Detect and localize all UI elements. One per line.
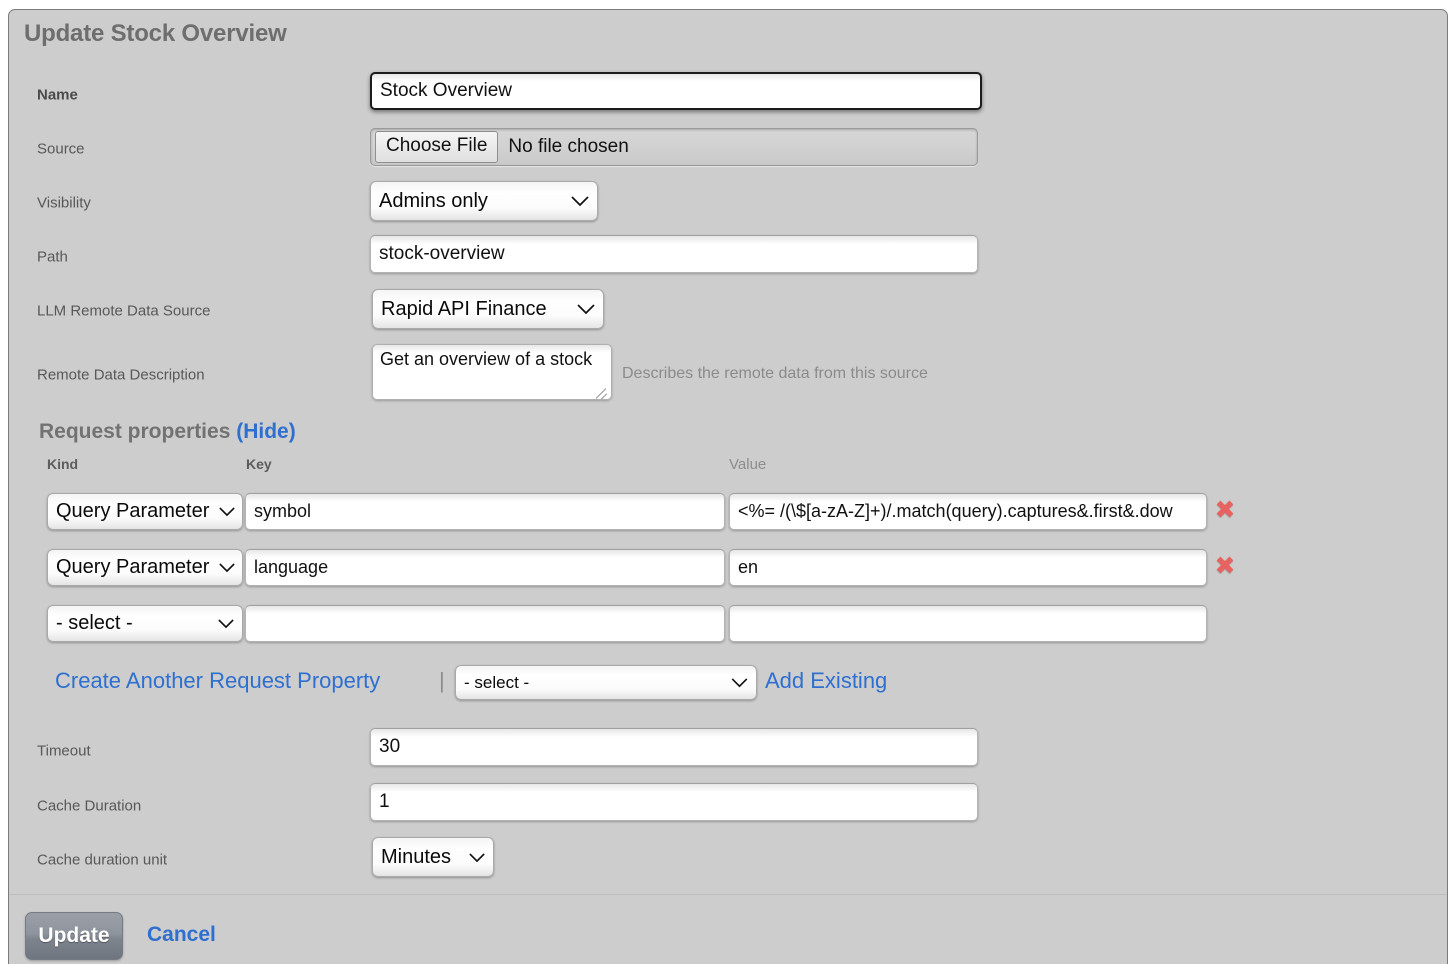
request-property-value-input-0[interactable]: <%= /(\$[a-zA-Z]+)/.match(query).capture… [729, 493, 1207, 530]
remote-data-description-value: Get an overview of a stock [380, 349, 592, 369]
form-row-cache-duration-unit: Cache duration unit Minutes [9, 833, 1447, 887]
page-root: Update Stock Overview Name Stock Overvie… [0, 0, 1456, 964]
request-properties-heading-text: Request properties [39, 420, 230, 443]
chevron-down-icon [209, 559, 235, 576]
request-property-kind-select-0[interactable]: Query Parameter [47, 493, 243, 530]
remote-data-description-textarea[interactable]: Get an overview of a stock [372, 344, 612, 400]
request-properties-heading: Request properties (Hide) [39, 420, 296, 444]
form-row-llm-remote-data-source: LLM Remote Data Source Rapid API Finance [9, 284, 1447, 338]
name-input[interactable]: Stock Overview [370, 72, 982, 110]
request-property-kind-select-2[interactable]: - select - [47, 605, 243, 642]
column-header-value: Value [729, 456, 766, 473]
request-property-value-input-2[interactable] [729, 605, 1207, 642]
chevron-down-icon [208, 615, 234, 632]
chevron-down-icon [459, 849, 485, 866]
request-properties-actions: Create Another Request Property | - sele… [9, 665, 1447, 701]
chevron-down-icon [561, 193, 589, 210]
update-button[interactable]: Update [25, 912, 123, 960]
source-file-input[interactable]: Choose File No file chosen [370, 128, 978, 166]
delete-request-property-icon-1[interactable]: ✖ [1213, 554, 1237, 578]
form-row-source: Source Choose File No file chosen [9, 122, 1447, 176]
form-row-remote-data-description: Remote Data Description Get an overview … [9, 340, 1447, 410]
page-title: Update Stock Overview [24, 20, 287, 48]
chevron-down-icon [209, 503, 235, 520]
source-label: Source [37, 141, 85, 158]
request-property-kind-select-1[interactable]: Query Parameter [47, 549, 243, 586]
column-header-kind: Kind [47, 456, 78, 472]
path-input[interactable]: stock-overview [370, 235, 978, 273]
form-row-visibility: Visibility Admins only [9, 176, 1447, 230]
llm-remote-data-source-select[interactable]: Rapid API Finance [372, 289, 604, 329]
request-property-row: Query Parameter symbol <%= /(\$[a-zA-Z]+… [9, 493, 1447, 535]
chevron-down-icon [721, 674, 748, 691]
request-properties-toggle-link[interactable]: (Hide) [236, 420, 296, 443]
form-row-cache-duration: Cache Duration 1 [9, 779, 1447, 833]
add-existing-link[interactable]: Add Existing [765, 668, 887, 694]
path-label: Path [37, 249, 68, 266]
cancel-link[interactable]: Cancel [147, 923, 216, 947]
timeout-label: Timeout [37, 743, 91, 760]
cache-duration-unit-label: Cache duration unit [37, 852, 167, 869]
form-row-timeout: Timeout 30 [9, 724, 1447, 778]
visibility-select[interactable]: Admins only [370, 181, 598, 221]
llm-remote-data-source-value: Rapid API Finance [381, 298, 547, 321]
form-footer: Update Cancel [9, 894, 1447, 964]
cache-duration-unit-value: Minutes [381, 846, 451, 869]
update-form-panel: Update Stock Overview Name Stock Overvie… [8, 9, 1448, 964]
request-property-kind-value-2: - select - [56, 612, 133, 635]
choose-file-button[interactable]: Choose File [375, 131, 498, 163]
file-status-label: No file chosen [508, 136, 628, 158]
cache-duration-input[interactable]: 1 [370, 783, 978, 821]
form-row-path: Path stock-overview [9, 230, 1447, 284]
chevron-down-icon [567, 301, 595, 318]
cache-duration-unit-select[interactable]: Minutes [372, 837, 494, 877]
llm-remote-data-source-label: LLM Remote Data Source [37, 303, 210, 320]
remote-data-description-label: Remote Data Description [37, 367, 205, 384]
existing-request-property-value: - select - [464, 673, 529, 693]
request-property-key-input-1[interactable]: language [245, 549, 725, 586]
request-property-row: - select - [9, 605, 1447, 647]
remote-data-description-hint: Describes the remote data from this sour… [622, 365, 928, 383]
visibility-label: Visibility [37, 195, 91, 212]
name-label: Name [37, 87, 78, 104]
request-property-row: Query Parameter language en ✖ [9, 549, 1447, 591]
separator-pipe: | [439, 668, 445, 694]
column-header-key: Key [246, 456, 272, 472]
timeout-input[interactable]: 30 [370, 728, 978, 766]
existing-request-property-select[interactable]: - select - [455, 665, 757, 700]
cache-duration-label: Cache Duration [37, 798, 141, 815]
request-property-kind-value-0: Query Parameter [56, 500, 209, 523]
create-another-request-property-link[interactable]: Create Another Request Property [55, 668, 380, 694]
request-property-key-input-0[interactable]: symbol [245, 493, 725, 530]
visibility-select-value: Admins only [379, 190, 488, 213]
request-property-key-input-2[interactable] [245, 605, 725, 642]
form-row-name: Name Stock Overview [9, 68, 1447, 122]
request-property-kind-value-1: Query Parameter [56, 556, 209, 579]
delete-request-property-icon-0[interactable]: ✖ [1213, 498, 1237, 522]
request-property-value-input-1[interactable]: en [729, 549, 1207, 586]
resize-handle-icon[interactable] [594, 383, 608, 397]
